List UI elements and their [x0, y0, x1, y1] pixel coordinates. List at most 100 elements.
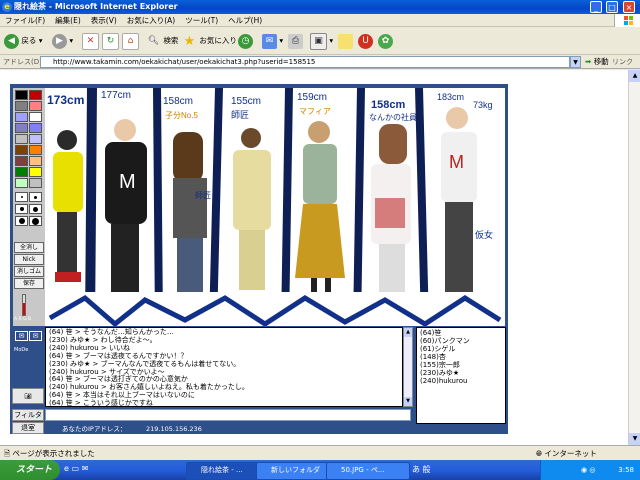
toolbar: ◀ 戻る ▾ ▶ ▾ ✕ ↻ ⌂ 🔍︎ 検索 ★ お気に入り ◷ ✉ ▾ ⎙ ▣… — [0, 27, 640, 55]
brush-size-option[interactable] — [15, 204, 28, 214]
home-button[interactable]: ⌂ — [122, 32, 139, 50]
page-scrollbar[interactable]: ▲ ▼ — [628, 70, 640, 445]
stop-button[interactable]: ✕ — [82, 32, 99, 50]
refresh-icon: ↻ — [102, 32, 119, 50]
page-done-icon: 🗎︎ — [4, 449, 11, 458]
minimize-button[interactable]: _ — [590, 1, 602, 13]
mail-button[interactable]: ✉ ▾ — [262, 32, 283, 50]
forward-button[interactable]: ▶ ▾ — [52, 32, 73, 50]
refresh-button[interactable]: ↻ — [102, 32, 119, 50]
menu-view[interactable]: 表示(V) — [86, 14, 122, 27]
nick-button[interactable]: Nick — [14, 254, 44, 265]
edit-button[interactable]: ▣ ▾ — [310, 32, 333, 50]
color-swatch[interactable] — [15, 90, 28, 100]
search-button[interactable]: 🔍︎ 検索 — [146, 32, 179, 50]
menu-tools[interactable]: ツール(T) — [180, 14, 223, 27]
scroll-up-icon[interactable]: ▲ — [404, 328, 412, 337]
user-item[interactable]: (64)笹 — [420, 329, 502, 337]
eraser-button[interactable]: 消しゴム — [14, 266, 44, 277]
research-button[interactable]: ✿ — [378, 32, 393, 50]
address-dropdown-icon[interactable]: ▼ — [570, 56, 581, 68]
filter-button[interactable]: フィルタ — [12, 409, 44, 421]
ie-quicklaunch-icon[interactable]: e — [64, 464, 69, 473]
svg-text:M: M — [449, 152, 464, 172]
chat-log: (64) 笹 > そうなんだ…知らんかった… (230) みゆ★ > わし待合だよ… — [45, 327, 403, 407]
go-arrow-icon: ➡ — [585, 57, 592, 66]
save-button[interactable]: 保存 — [14, 278, 44, 289]
brush-size-option[interactable] — [15, 192, 28, 202]
mail-quicklaunch-icon[interactable]: ✉ — [82, 464, 89, 473]
favorites-label: お気に入り — [199, 36, 237, 45]
leave-room-button[interactable]: 退室 — [12, 422, 44, 434]
menu-file[interactable]: ファイル(F) — [0, 14, 50, 27]
user-item[interactable]: (61)シゲル — [420, 345, 502, 353]
back-button[interactable]: ◀ 戻る ▾ — [4, 32, 43, 50]
user-item[interactable]: (60)パンクマン — [420, 337, 502, 345]
ie-logo-icon: e — [2, 2, 12, 12]
brush-size-fill — [23, 303, 25, 315]
color-swatch[interactable] — [29, 156, 42, 166]
drawing-canvas[interactable]: M M 173cm 177cm 158cm 155cm 159cm 158cm … — [45, 88, 505, 326]
start-button[interactable]: スタート — [0, 460, 60, 480]
maximize-button[interactable]: □ — [606, 1, 618, 13]
color-swatch[interactable] — [29, 134, 42, 144]
brush-size-option[interactable] — [29, 204, 42, 214]
user-item[interactable]: (240)hukurou — [420, 377, 502, 385]
page-scroll-down-icon[interactable]: ▼ — [629, 433, 640, 445]
favorites-button[interactable]: ★ お気に入り — [182, 32, 237, 50]
brush-size-option[interactable] — [29, 216, 42, 226]
color-swatch[interactable] — [15, 167, 28, 177]
messenger-icon: U — [358, 33, 373, 49]
task-paint[interactable]: 50.JPG - ペ... — [326, 462, 410, 480]
color-swatch[interactable] — [15, 123, 28, 133]
host-info: あなたのホスト名： — [62, 434, 121, 442]
color-swatch[interactable] — [15, 134, 28, 144]
height-label-2: 177cm — [101, 90, 131, 101]
color-swatch[interactable] — [29, 178, 42, 188]
print-button[interactable]: ⎙ — [288, 32, 303, 50]
role-label-extra: 師匠 — [195, 190, 211, 200]
meter-label: A R G B — [14, 317, 32, 322]
menu-edit[interactable]: 編集(E) — [50, 14, 86, 27]
scroll-down-icon[interactable]: ▼ — [404, 397, 412, 406]
color-swatch[interactable] — [15, 112, 28, 122]
color-swatch[interactable] — [15, 156, 28, 166]
color-swatch[interactable] — [29, 101, 42, 111]
chat-input[interactable] — [45, 409, 411, 421]
discuss-icon — [338, 33, 353, 49]
user-item[interactable]: (148)杏 — [420, 353, 502, 361]
color-palette: 全消し Nick 消しゴム 保存 A R G B — [13, 88, 45, 326]
color-swatch[interactable] — [15, 101, 28, 111]
messenger-button[interactable]: U — [358, 32, 373, 50]
mail-icon[interactable]: ✉ — [15, 331, 28, 341]
color-swatch[interactable] — [29, 167, 42, 177]
history-button[interactable]: ◷ — [238, 32, 253, 50]
menu-help[interactable]: ヘルプ(H) — [223, 14, 267, 27]
ime-indicator[interactable]: あ 般 — [412, 464, 431, 475]
screenshot-button[interactable]: 📷︎ — [12, 388, 44, 404]
back-arrow-icon: ◀ — [4, 33, 19, 49]
brush-size-meter[interactable] — [22, 294, 26, 316]
mail-alt-icon[interactable]: ✉ — [29, 331, 42, 341]
chat-scrollbar[interactable]: ▲ ▼ — [403, 327, 413, 407]
brush-size-option[interactable] — [15, 216, 28, 226]
menu-favorites[interactable]: お気に入り(A) — [122, 14, 180, 27]
color-swatch[interactable] — [29, 90, 42, 100]
color-swatch[interactable] — [29, 145, 42, 155]
discuss-button[interactable] — [338, 32, 353, 50]
menu-bar: ファイル(F) 編集(E) 表示(V) お気に入り(A) ツール(T) ヘルプ(H) — [0, 14, 640, 27]
user-item[interactable]: (230)みゆ★ — [420, 369, 502, 377]
user-item[interactable]: (155)宗一郎 — [420, 361, 502, 369]
close-button[interactable]: × — [623, 1, 635, 13]
color-swatch[interactable] — [15, 178, 28, 188]
go-button[interactable]: ➡ 移動 — [585, 56, 609, 68]
brush-size-option[interactable] — [29, 192, 42, 202]
links-label[interactable]: リンク — [612, 56, 633, 68]
color-swatch[interactable] — [29, 112, 42, 122]
clear-all-button[interactable]: 全消し — [14, 242, 44, 253]
color-swatch[interactable] — [15, 145, 28, 155]
folder-quicklaunch-icon[interactable]: ▭ — [71, 464, 79, 473]
page-scroll-up-icon[interactable]: ▲ — [629, 70, 640, 82]
address-input[interactable]: http://www.takamin.com/oekakichat/user/o… — [40, 56, 570, 68]
color-swatch[interactable] — [29, 123, 42, 133]
